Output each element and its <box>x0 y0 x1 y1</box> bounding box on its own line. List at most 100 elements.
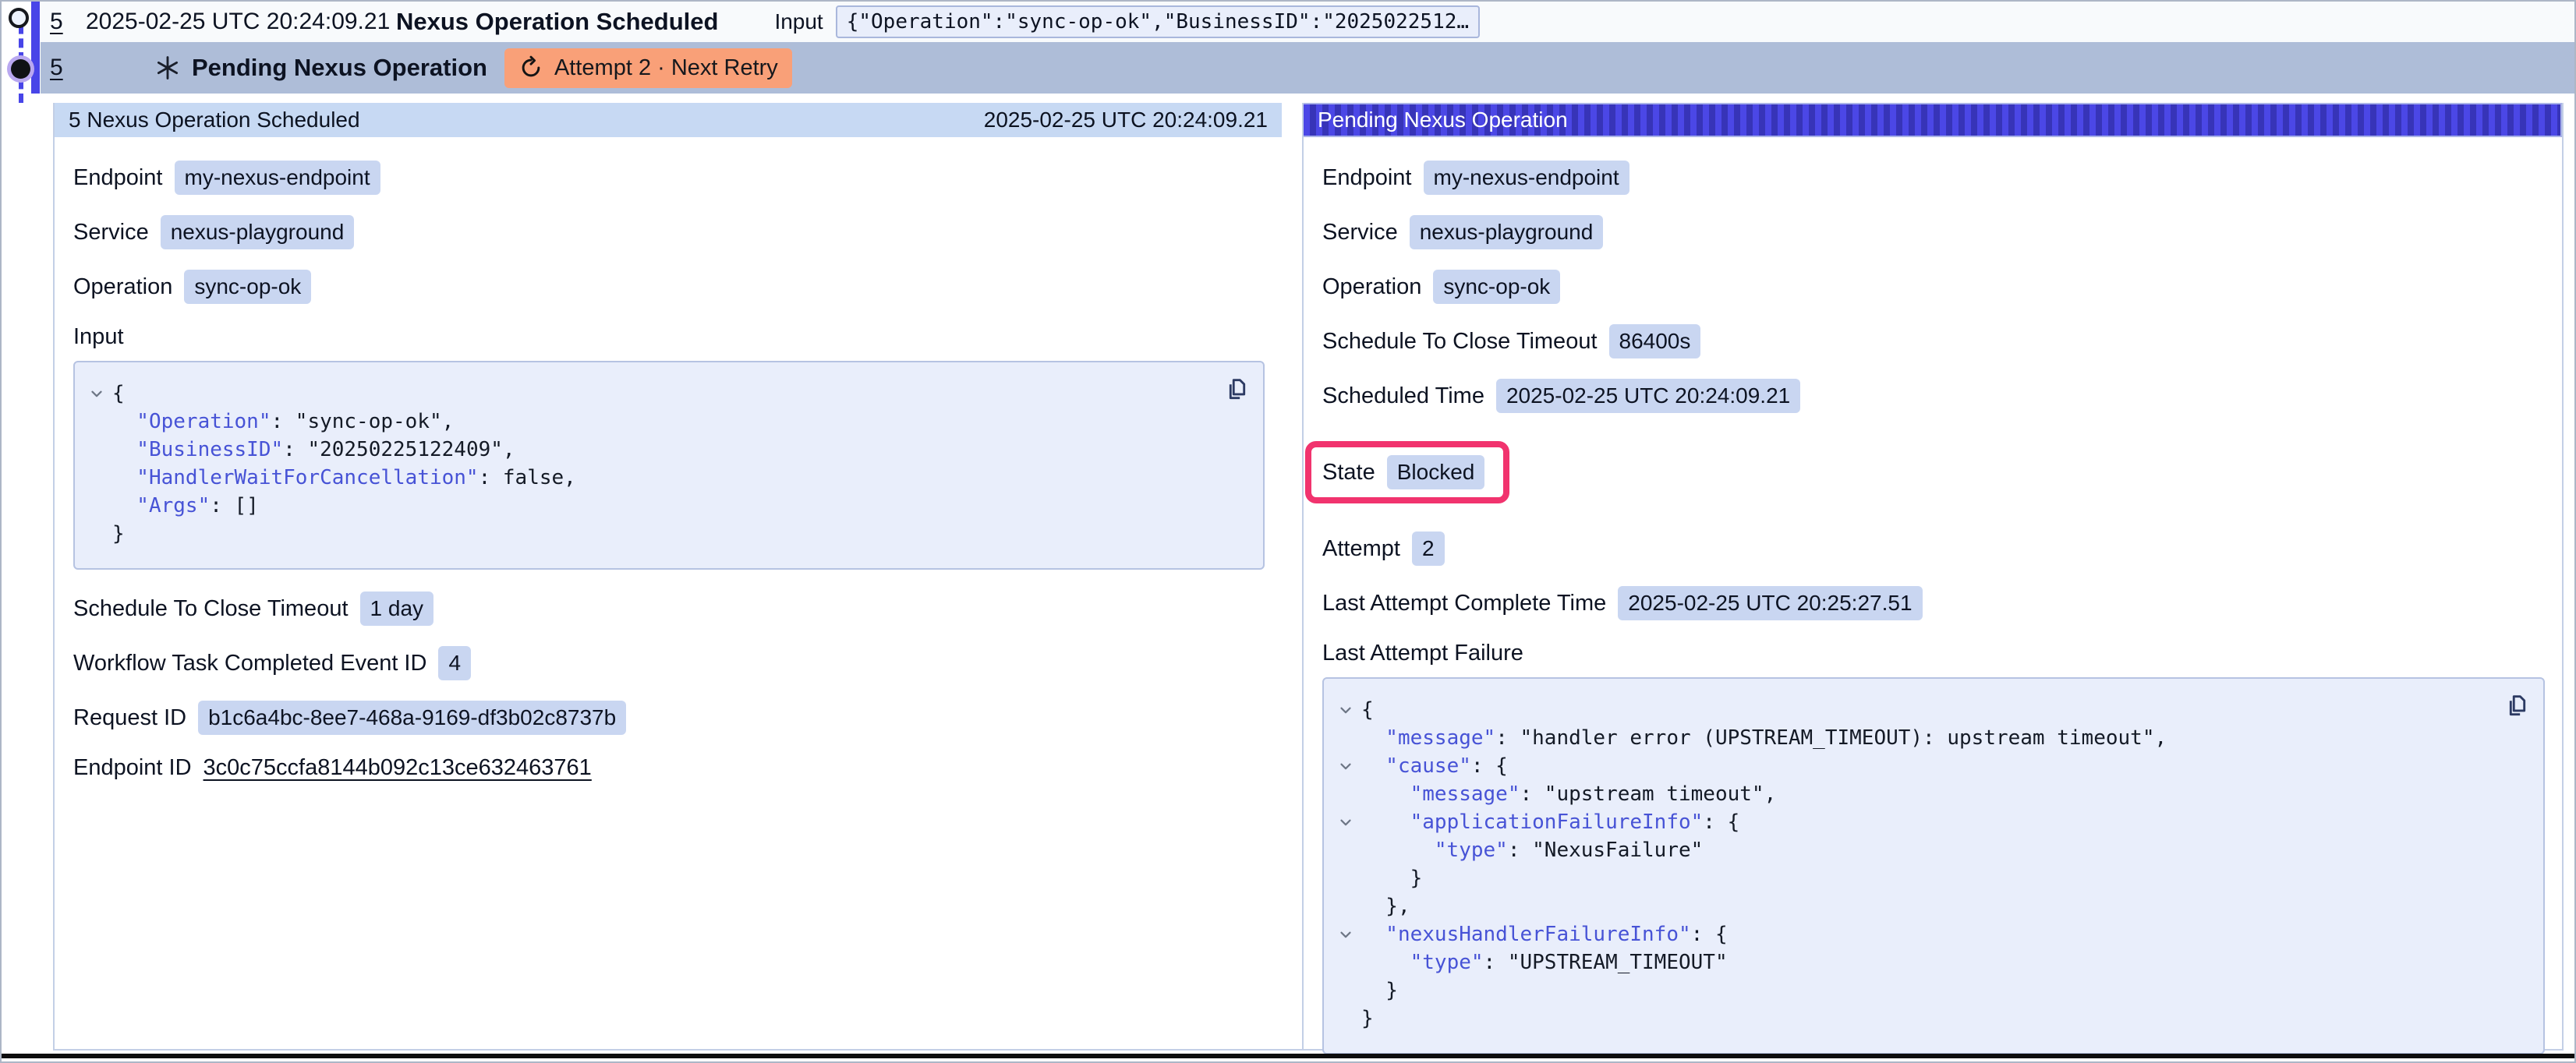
code-line: }, <box>1330 892 2489 920</box>
field-row-endpoint: Endpoint my-nexus-endpoint <box>73 161 1265 195</box>
state-highlight-box: State Blocked <box>1305 441 1509 503</box>
field-value: b1c6a4bc-8ee7-468a-9169-df3b02c8737b <box>198 701 626 735</box>
field-row-request-id: Request ID b1c6a4bc-8ee7-468a-9169-df3b02… <box>73 701 1265 735</box>
event-detail-panel-pending: Pending Nexus Operation Endpoint my-nexus… <box>1302 103 2564 1049</box>
panel-title: 5 Nexus Operation Scheduled <box>69 108 360 132</box>
input-label: Input <box>774 9 823 34</box>
code-text: "applicationFailureInfo": { <box>1361 810 1739 834</box>
json-code: { "message": "handler error (UPSTREAM_TIM… <box>1330 696 2489 1033</box>
field-label: Workflow Task Completed Event ID <box>73 651 426 676</box>
panel-header-pending: Pending Nexus Operation <box>1304 103 2562 137</box>
field-row-service: Servicenexus-playground <box>1322 215 2545 249</box>
code-text: "nexusHandlerFailureInfo": { <box>1361 923 1728 946</box>
field-row-last-attempt-complete-time: Last Attempt Complete Time2025-02-25 UTC… <box>1322 586 2545 620</box>
field-label: Request ID <box>73 705 186 731</box>
json-code: {"Operation": "sync-op-ok", "BusinessID":… <box>81 380 1208 548</box>
code-line: { <box>1330 696 2489 724</box>
code-text: "type": "UPSTREAM_TIMEOUT" <box>1361 951 1728 974</box>
field-row-schedule-to-close-timeout: Schedule To Close Timeout 1 day <box>73 592 1265 626</box>
state-value-chip: Blocked <box>1387 455 1485 489</box>
code-line: "BusinessID": "20250225122409", <box>81 436 1208 464</box>
event-row-nexus-operation-scheduled[interactable]: 5 2025-02-25 UTC 20:24:09.21 Nexus Opera… <box>41 2 2574 42</box>
field-label: Schedule To Close Timeout <box>73 596 349 622</box>
field-row-endpoint: Endpoint my-nexus-endpoint <box>1322 161 2545 195</box>
code-text: "cause": { <box>1361 754 1508 778</box>
code-text: }, <box>1361 895 1410 918</box>
event-id-link[interactable]: 5 <box>50 9 86 35</box>
field-row-endpoint-id: Endpoint ID 3c0c75ccfa8144b092c13ce632463… <box>73 755 1265 781</box>
code-text: "HandlerWaitForCancellation": false, <box>112 466 576 489</box>
field-value: my-nexus-endpoint <box>1424 161 1629 195</box>
chevron-down-icon[interactable] <box>1330 926 1361 943</box>
field-label: Operation <box>73 274 172 300</box>
field-value: nexus-playground <box>161 215 355 249</box>
code-line: "message": "handler error (UPSTREAM_TIME… <box>1330 724 2489 752</box>
field-row-attempt: Attempt2 <box>1322 532 2545 566</box>
asterisk-icon <box>154 55 181 81</box>
code-text: { <box>1361 698 1374 722</box>
code-text: } <box>1361 867 1422 890</box>
retry-badge: Attempt 2 · Next Retry <box>504 48 792 88</box>
code-text: } <box>112 522 125 546</box>
input-section-label: Input <box>73 324 1265 350</box>
field-label: Endpoint <box>1322 165 1412 191</box>
field-value: nexus-playground <box>1410 215 1604 249</box>
event-title: Nexus Operation Scheduled <box>396 8 718 36</box>
panel-title: Pending Nexus Operation <box>1318 108 1568 132</box>
field-list: Attempt2 Last Attempt Complete Time2025-0… <box>1322 532 2545 620</box>
code-line: { <box>81 380 1208 408</box>
chevron-down-icon[interactable] <box>1330 701 1361 719</box>
panel-header-scheduled: 5 Nexus Operation Scheduled 2025-02-25 U… <box>55 103 1282 137</box>
field-list: Schedule To Close Timeout 1 day Workflow T… <box>73 592 1265 781</box>
field-row-operation: Operation sync-op-ok <box>73 270 1265 304</box>
event-id-link[interactable]: 5 <box>50 55 86 81</box>
code-text: "BusinessID": "20250225122409", <box>112 438 515 461</box>
code-line: "applicationFailureInfo": { <box>1330 808 2489 836</box>
field-label-state: State <box>1322 460 1375 486</box>
copy-icon[interactable] <box>2503 690 2532 719</box>
code-line: "type": "NexusFailure" <box>1330 836 2489 864</box>
event-detail-panel-scheduled: 5 Nexus Operation Scheduled 2025-02-25 U… <box>53 103 1282 1049</box>
field-value: 86400s <box>1609 324 1701 358</box>
field-value-link[interactable]: 3c0c75ccfa8144b092c13ce632463761 <box>203 755 592 781</box>
field-label: Scheduled Time <box>1322 383 1484 409</box>
copy-icon[interactable] <box>1223 373 1252 403</box>
field-label: Endpoint ID <box>73 755 192 781</box>
field-value: 1 day <box>360 592 434 626</box>
field-value: sync-op-ok <box>1433 270 1560 304</box>
chevron-down-icon[interactable] <box>81 385 112 402</box>
failure-section-label: Last Attempt Failure <box>1322 641 2545 666</box>
field-value: 4 <box>438 646 471 680</box>
event-timestamp: 2025-02-25 UTC 20:24:09.21 <box>86 9 396 35</box>
chevron-down-icon[interactable] <box>1330 814 1361 831</box>
event-title: Pending Nexus Operation <box>192 54 487 82</box>
code-line: "cause": { <box>1330 752 2489 780</box>
code-line: } <box>1330 976 2489 1005</box>
input-preview-chip: {"Operation":"sync-op-ok","BusinessID":"… <box>836 5 1480 38</box>
code-text: "Operation": "sync-op-ok", <box>112 410 454 433</box>
filled-dot-icon <box>11 59 30 79</box>
event-detail-area: 5 Nexus Operation Scheduled 2025-02-25 U… <box>53 103 2564 1051</box>
code-text: } <box>1361 979 1398 1002</box>
code-text: "type": "NexusFailure" <box>1361 839 1703 862</box>
field-value: sync-op-ok <box>184 270 311 304</box>
field-label: Last Attempt Complete Time <box>1322 591 1606 616</box>
field-row-service: Servicenexus-playground <box>73 215 1265 249</box>
code-line: "Args": [] <box>81 492 1208 520</box>
field-list: Endpoint my-nexus-endpoint Servicenexus-pl… <box>1322 161 2545 413</box>
event-rows: 5 2025-02-25 UTC 20:24:09.21 Nexus Opera… <box>41 2 2574 94</box>
chevron-down-icon[interactable] <box>1330 758 1361 775</box>
failure-json-viewer: { "message": "handler error (UPSTREAM_TIM… <box>1322 677 2545 1054</box>
retry-icon <box>518 55 543 80</box>
field-value: my-nexus-endpoint <box>175 161 380 195</box>
field-label: Endpoint <box>73 165 163 191</box>
input-json-viewer: {"Operation": "sync-op-ok", "BusinessID":… <box>73 361 1265 570</box>
code-text: "message": "handler error (UPSTREAM_TIME… <box>1361 726 2167 750</box>
panel-body: Endpoint my-nexus-endpoint Servicenexus-pl… <box>55 137 1282 801</box>
code-line: "nexusHandlerFailureInfo": { <box>1330 920 2489 948</box>
temporal-event-history-window: 5 2025-02-25 UTC 20:24:09.21 Nexus Opera… <box>0 0 2576 1063</box>
event-row-pending-nexus-operation[interactable]: 5 Pending Nexus Operation <box>41 42 2574 94</box>
code-line: "HandlerWaitForCancellation": false, <box>81 464 1208 492</box>
field-value: 2 <box>1412 532 1445 566</box>
code-line: } <box>81 520 1208 548</box>
